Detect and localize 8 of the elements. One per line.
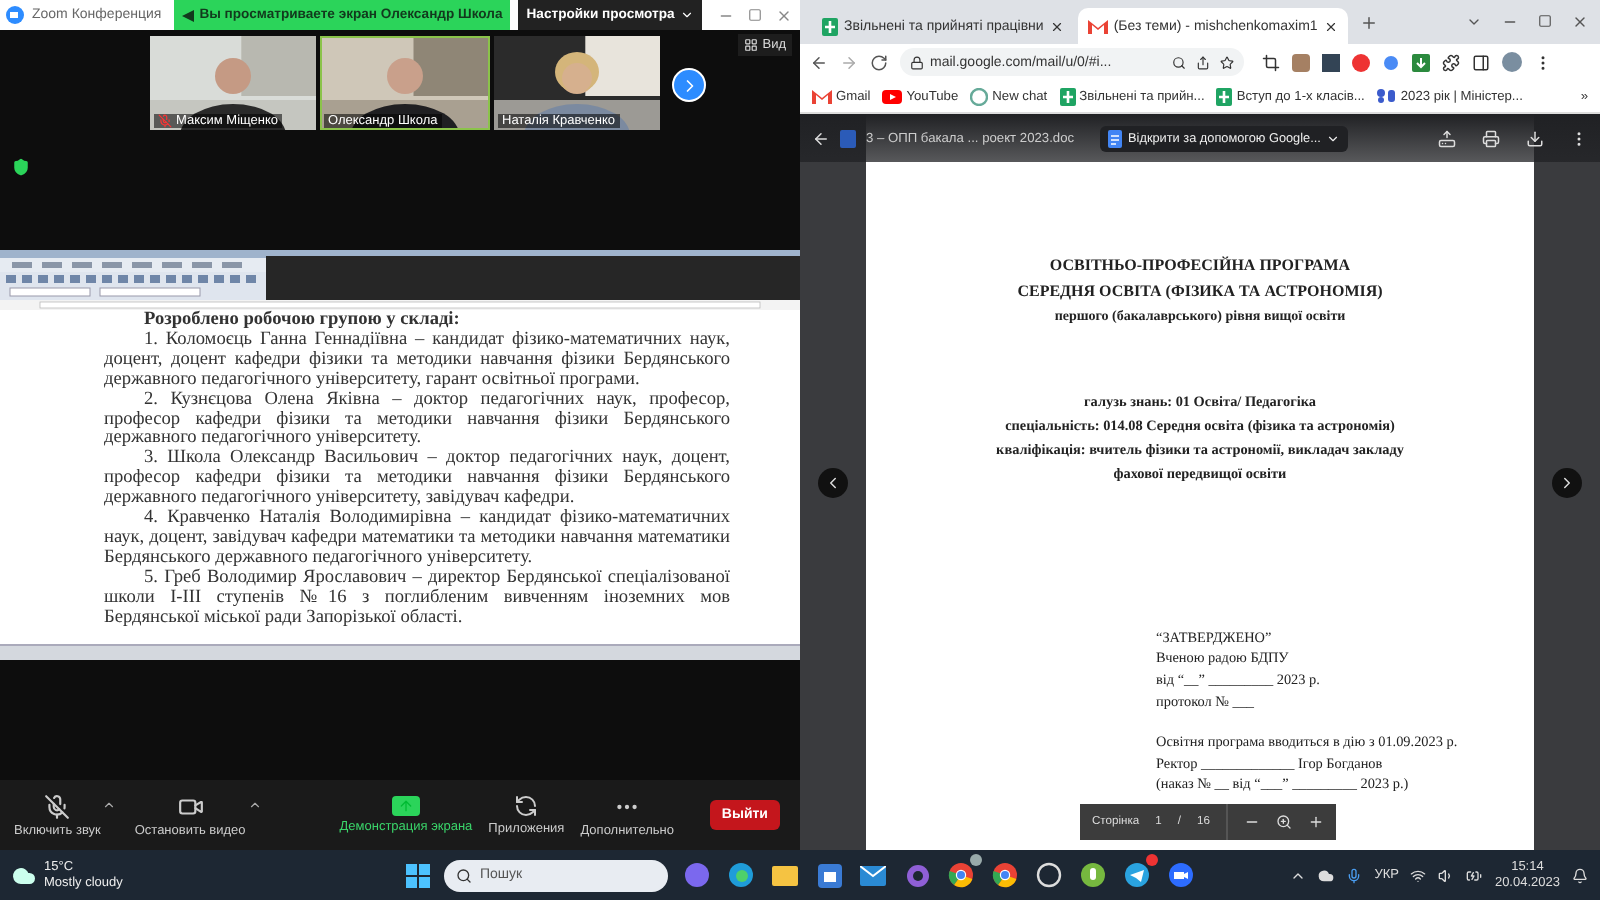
document-paragraph: 4. Кравченко Наталія Володимирівна – кандидат фізико-математичних наук, доцент, завідувач кафедри математики та методики навчання математики Бердянського державного педагогічного університету. [104, 510, 730, 569]
document-paragraph: 3. Школа Олександр Васильович – доктор педагогічних наук, доцент, професор кафедри фізики та методики навчання фізики Бердянського державного педагогічного університету, завідувач кафедри. [104, 450, 730, 509]
document-paragraph: 2. Кузнєцова Олена Яківна – доктор педагогічних наук, професор, професор кафедри фізики та методики навчання фізики Бердянського державного педагогічного університету. [104, 391, 730, 450]
document-title-line: СЕРЕДНЯ ОСВІТА (ФІЗИКА ТА АСТРОНОМІЯ) [1015, 279, 1385, 304]
document-paragraph: 1. Коломоєць Ганна Геннадіївна – кандидат фізико-математичних наук, доцент, доцент кафедри фізики та методики навчання фізики Бердянського державного педагогічного університету, гарант освітньої програми. [104, 331, 730, 391]
document-title-line: ОСВІТНЬО-ПРОФЕСІЙНА ПРОГРАМА [1047, 254, 1353, 278]
document-heading: Розроблено робочою групою у складі: [142, 312, 462, 331]
document-paragraph: 5. Греб Володимир Ярославович – директор Бердянської спеціалізованої школи І-ІІІ ступенів №16 з поглибленим вивченням іноземних мов Бердянської міської ради Запорізької області. [104, 569, 730, 629]
